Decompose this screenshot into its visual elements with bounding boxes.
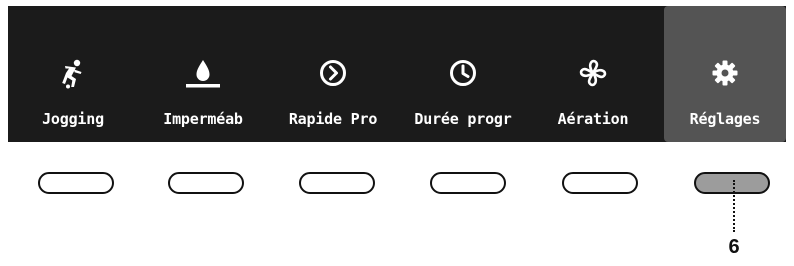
- fan-icon: [528, 56, 658, 90]
- quick-arrow-icon: [268, 56, 398, 90]
- option-button-2[interactable]: [168, 172, 244, 194]
- option-button-3[interactable]: [299, 172, 375, 194]
- option-button-5[interactable]: [562, 172, 638, 194]
- tab-jogging[interactable]: Jogging: [8, 6, 138, 142]
- tab-aeration[interactable]: Aération: [528, 6, 658, 142]
- gear-icon: [664, 56, 786, 90]
- tab-label: Aération: [557, 110, 629, 128]
- tab-label: Jogging: [42, 110, 104, 128]
- option-button-6[interactable]: [694, 172, 770, 194]
- tab-label: Rapide Pro: [288, 110, 378, 128]
- option-button-4[interactable]: [430, 172, 506, 194]
- tab-label: Imperméab: [163, 110, 243, 128]
- option-button-1[interactable]: [38, 172, 114, 194]
- tab-label: Réglages: [689, 110, 761, 128]
- tab-rapide-pro[interactable]: Rapide Pro: [268, 6, 398, 142]
- tab-reglages[interactable]: Réglages: [664, 6, 786, 142]
- tab-label: Durée progr: [414, 110, 512, 128]
- tab-duree-progr[interactable]: Durée progr: [398, 6, 528, 142]
- water-drop-icon: [138, 56, 268, 90]
- callout-line: [733, 180, 735, 232]
- jogging-icon: [8, 56, 138, 90]
- tab-impermeab[interactable]: Imperméab: [138, 6, 268, 142]
- callout-number: 6: [728, 236, 740, 258]
- clock-icon: [398, 56, 528, 90]
- option-panel: Jogging Imperméab Rapide Pro Durée progr: [8, 6, 786, 142]
